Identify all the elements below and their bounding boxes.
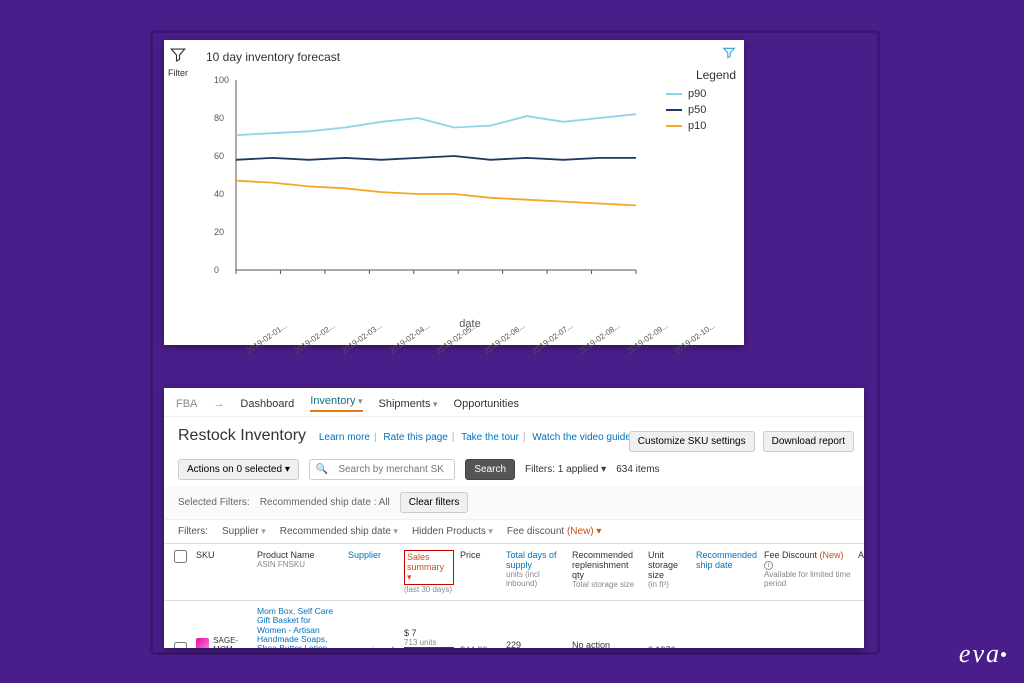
col-unit-size: Unit storage size(in ft³) <box>648 550 690 589</box>
cell-days: 229 495 units ▾ <box>506 640 566 648</box>
product-thumbnail <box>196 638 209 648</box>
chart-title: 10 day inventory forecast <box>206 50 734 64</box>
item-count: 634 items <box>616 464 659 475</box>
chevron-right-icon: → <box>213 398 224 410</box>
filter-fee-discount[interactable]: Fee discount (New) ▾ <box>507 526 602 537</box>
row-checkbox[interactable] <box>174 642 187 648</box>
filters-row: Filters: Supplier Recommended ship date … <box>164 519 864 543</box>
col-total-days: Total days of supplyunits (incl inbound) <box>506 550 566 588</box>
link-video-guide[interactable]: Watch the video guide <box>532 432 631 443</box>
tab-inventory[interactable]: Inventory <box>310 395 362 412</box>
product-link[interactable]: Mom Box, Self Care Gift Basket for Women… <box>257 607 342 648</box>
search-input[interactable] <box>334 460 454 479</box>
col-actions: Ac <box>858 550 864 560</box>
breadcrumb-nav: FBA → Dashboard Inventory Shipments Oppo… <box>164 388 864 417</box>
selected-filter-chip: Recommended ship date : All <box>260 497 390 508</box>
col-price: Price <box>460 550 500 560</box>
view-forecast-link[interactable]: View forecast ▾ <box>404 647 454 648</box>
forecast-chart-panel: Filter 10 day inventory forecast Legend … <box>164 40 744 345</box>
legend-title: Legend <box>666 68 736 82</box>
filter-hidden-products[interactable]: Hidden Products <box>412 526 493 537</box>
tab-opportunities[interactable]: Opportunities <box>454 398 519 410</box>
legend-item-p10: p10 <box>666 120 736 132</box>
toolbar: Customize SKU settings Download report A… <box>164 453 864 486</box>
cell-price: $44.99 <box>460 645 500 648</box>
col-product-name: Product NameASIN FNSKU <box>257 550 342 569</box>
search-icon: 🔍 <box>310 460 334 479</box>
link-rate-page[interactable]: Rate this page <box>383 432 448 443</box>
chart-filter-icon[interactable] <box>722 46 736 65</box>
col-sales-summary[interactable]: Sales summary ▾(last 30 days) <box>404 550 454 594</box>
legend-item-p50: p50 <box>666 104 736 116</box>
eva-brand-logo: eva <box>959 639 1006 669</box>
chart-svg <box>206 70 646 300</box>
search-button[interactable]: Search <box>465 459 515 480</box>
link-learn-more[interactable]: Learn more <box>319 432 370 443</box>
col-fee-discount: Fee Discount (New)iAvailable for limited… <box>764 550 852 588</box>
select-all-checkbox[interactable] <box>174 550 187 563</box>
selected-filters-bar: Selected Filters: Recommended ship date … <box>164 486 864 519</box>
cell-rec-qty: No action required <box>572 640 642 648</box>
cell-sku: SAGE-MOM-SET3991 <box>213 636 251 648</box>
filters-applied-dropdown[interactable]: Filters: 1 applied ▾ <box>525 464 606 475</box>
cell-unit-size: 0.1976 <box>648 645 690 648</box>
filter-control[interactable]: Filter <box>168 46 188 78</box>
selected-filters-label: Selected Filters: <box>178 497 250 508</box>
cell-product: Mom Box, Self Care Gift Basket for Women… <box>257 607 342 648</box>
col-rec-ship[interactable]: Recommended ship date <box>696 550 758 570</box>
customize-sku-button[interactable]: Customize SKU settings <box>629 431 755 452</box>
cell-sales: $ 7 713 units View forecast ▾ <box>404 628 454 648</box>
filter-ship-date[interactable]: Recommended ship date <box>280 526 398 537</box>
chart-plot-area: 020406080100 2019-02-01...2019-02-02...2… <box>206 70 646 300</box>
cell-supplier: unassigned <box>348 645 398 648</box>
tab-dashboard[interactable]: Dashboard <box>240 398 294 410</box>
tab-shipments[interactable]: Shipments <box>379 398 438 410</box>
filter-label: Filter <box>168 68 188 78</box>
col-supplier[interactable]: Supplier <box>348 550 398 560</box>
x-axis-ticks: 2019-02-01...2019-02-02...2019-02-03...2… <box>236 321 636 330</box>
breadcrumb-root[interactable]: FBA <box>176 398 197 410</box>
table-row: SAGE-MOM-SET3991 Mom Box, Self Care Gift… <box>164 601 864 648</box>
bulk-actions-dropdown[interactable]: Actions on 0 selected ▾ <box>178 459 299 480</box>
filters-label: Filters: <box>178 526 208 537</box>
funnel-icon <box>169 46 187 64</box>
info-icon[interactable]: i <box>764 561 773 570</box>
col-rec-qty: Recommended replenishment qtyTotal stora… <box>572 550 642 589</box>
table-header-row: SKU Product NameASIN FNSKU Supplier Sale… <box>164 543 864 601</box>
page-title: Restock Inventory <box>178 427 306 445</box>
download-report-button[interactable]: Download report <box>763 431 854 452</box>
cell-ship: none <box>696 645 758 648</box>
clear-filters-button[interactable]: Clear filters <box>400 492 469 513</box>
search-box: 🔍 <box>309 459 455 480</box>
chart-legend: Legend p90 p50 p10 <box>666 68 736 136</box>
filter-supplier[interactable]: Supplier <box>222 526 266 537</box>
col-sku: SKU <box>196 550 251 560</box>
restock-inventory-panel: FBA → Dashboard Inventory Shipments Oppo… <box>164 388 864 648</box>
legend-item-p90: p90 <box>666 88 736 100</box>
link-take-tour[interactable]: Take the tour <box>461 432 519 443</box>
